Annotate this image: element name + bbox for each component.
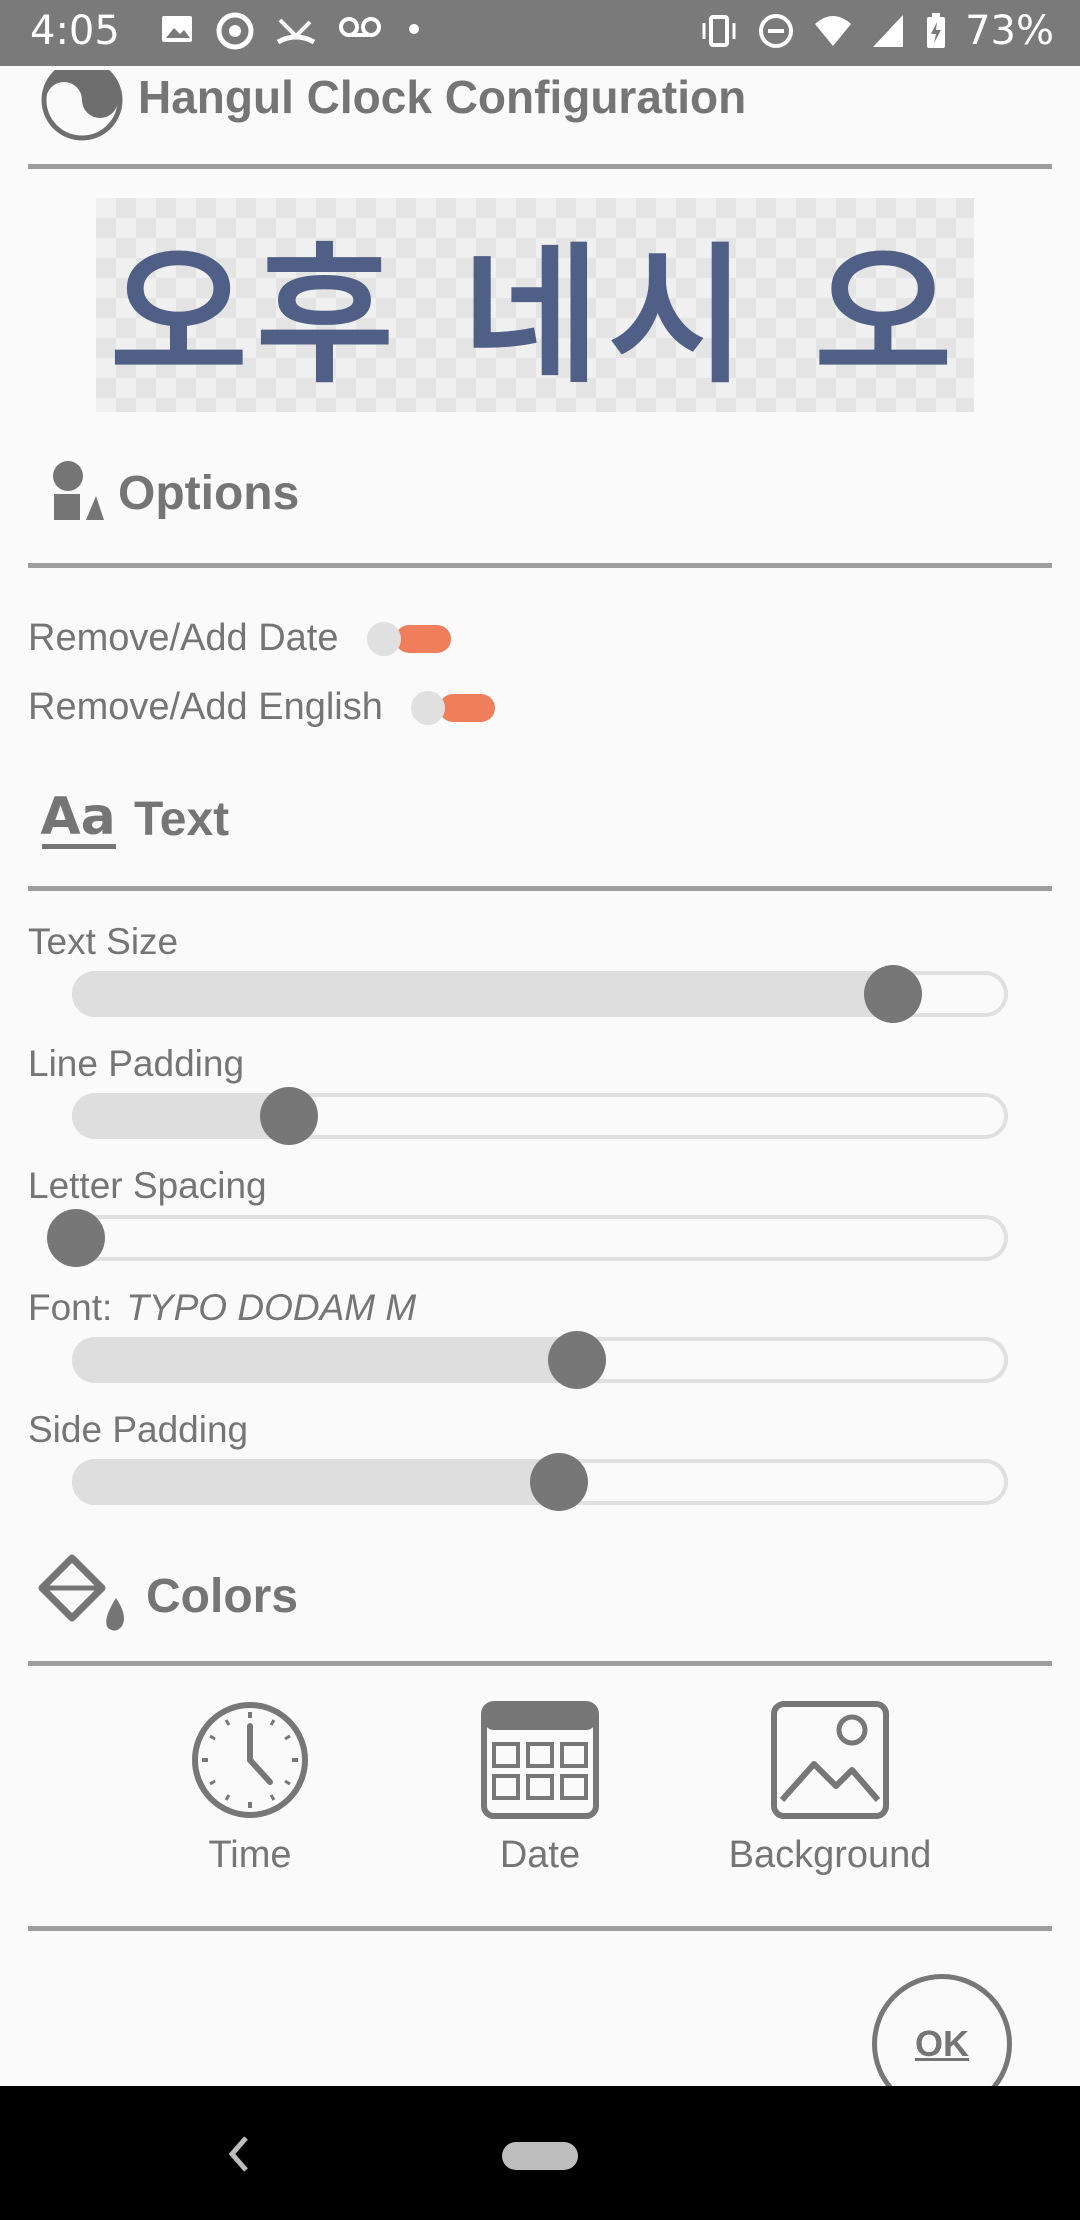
home-button[interactable] (502, 2142, 578, 2170)
missed-call-icon (276, 18, 316, 45)
text-size-label: Text Size (28, 921, 179, 962)
notification-icons (160, 12, 424, 50)
colors-title: Colors (146, 1569, 299, 1623)
image-notification-icon (162, 16, 192, 42)
chrome-icon (216, 12, 254, 50)
font-label: Font: TYPO DODAM M (28, 1287, 416, 1329)
background-color-label: Background (728, 1834, 932, 1876)
do-not-disturb-icon (759, 14, 794, 48)
svg-text:오후 네시 오: 오후 네시 오 (110, 230, 960, 404)
calendar-icon (481, 1701, 599, 1819)
header-divider (28, 164, 1052, 169)
options-heading: Options (36, 460, 299, 526)
font-label-text: Font: (28, 1287, 113, 1328)
battery-percent: 73% (965, 8, 1054, 54)
colors-divider (28, 1661, 1052, 1666)
colors-heading: Colors (36, 1554, 298, 1638)
slider-thumb[interactable] (529, 1453, 588, 1511)
voicemail-icon (339, 17, 381, 37)
vibrate-icon (702, 15, 736, 47)
clock-icon (192, 1702, 308, 1818)
slider-thumb[interactable] (548, 1331, 607, 1389)
status-bar: 4:05 73% (0, 0, 1080, 66)
text-format-icon: Aa (40, 787, 116, 849)
date-color-label: Date (499, 1834, 581, 1876)
letter-spacing-label: Letter Spacing (28, 1165, 267, 1206)
dot-icon (409, 24, 419, 34)
toggle-row-date: Remove/Add Date (28, 617, 453, 660)
slider-thumb[interactable] (47, 1209, 105, 1267)
svg-text:Aa: Aa (40, 787, 115, 847)
color-fill-icon (38, 1554, 124, 1631)
app-header: Hangul Clock Configuration (0, 66, 1080, 170)
battery-charging-icon (927, 13, 946, 48)
toggle-row-english: Remove/Add English (28, 686, 497, 729)
options-divider (28, 563, 1052, 568)
date-toggle[interactable] (366, 621, 453, 656)
ok-label: OK (915, 2023, 969, 2064)
navigation-bar (0, 2086, 1080, 2220)
time-color-button[interactable]: Time (140, 1700, 360, 1877)
app-logo-icon (41, 70, 123, 141)
date-color-button[interactable]: Date (430, 1700, 650, 1877)
side-padding-label: Side Padding (28, 1409, 249, 1450)
toggle-label: Remove/Add Date (28, 617, 339, 659)
back-icon[interactable] (224, 2132, 254, 2176)
english-toggle[interactable] (410, 690, 497, 725)
text-heading: Aa Text (36, 782, 229, 856)
text-size-slider[interactable] (72, 965, 1008, 1023)
bottom-divider (28, 1926, 1052, 1931)
status-time: 4:05 (30, 8, 120, 54)
text-title: Text (134, 792, 230, 846)
wifi-icon (815, 16, 852, 46)
line-padding-label: Line Padding (28, 1043, 245, 1084)
line-padding-slider[interactable] (72, 1087, 1008, 1145)
font-slider[interactable] (72, 1331, 1008, 1389)
cell-signal-icon (873, 15, 904, 47)
system-icons: 73% (699, 8, 1054, 54)
font-value: TYPO DODAM M (126, 1287, 417, 1328)
letter-spacing-slider[interactable] (47, 1209, 1008, 1267)
clock-preview: 오후 네시 오 (96, 198, 974, 412)
text-divider (28, 886, 1052, 891)
clock-preview-text: 오후 네시 오 (110, 230, 960, 404)
options-title: Options (118, 466, 300, 520)
time-color-label: Time (208, 1834, 292, 1876)
slider-thumb[interactable] (260, 1087, 319, 1145)
shapes-icon (53, 461, 104, 520)
image-icon (771, 1701, 889, 1819)
background-color-button[interactable]: Background (720, 1700, 940, 1877)
side-padding-slider[interactable] (72, 1453, 1008, 1511)
toggle-label: Remove/Add English (28, 686, 383, 728)
page-title: Hangul Clock Configuration (138, 71, 747, 123)
slider-thumb[interactable] (863, 965, 922, 1023)
